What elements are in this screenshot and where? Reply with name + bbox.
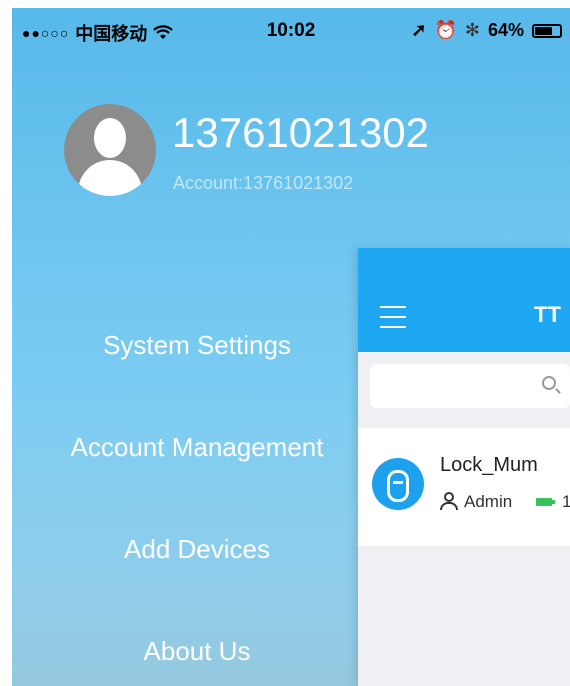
- battery-fill: [535, 26, 552, 35]
- device-name: Lock_Mum: [440, 454, 538, 476]
- battery-percent: 64%: [487, 20, 524, 40]
- device-role: Admin: [464, 492, 513, 511]
- avatar-head: [94, 118, 126, 158]
- avatar-body: [78, 160, 142, 196]
- avatar-icon[interactable]: [64, 104, 156, 196]
- main-panel[interactable]: TT Lock_Mum Admin 1: [358, 248, 570, 686]
- device-list-item[interactable]: Lock_Mum Admin 1: [358, 428, 570, 546]
- app-screen: ●●○○○ 中国移动 10:02 ➚ ⏰ ✻ 64% 13761021302 A…: [12, 8, 570, 686]
- menu-system-settings[interactable]: System Settings: [12, 330, 382, 361]
- location-icon: ➚: [411, 20, 427, 40]
- battery-level-icon: [536, 498, 555, 506]
- search-icon: [542, 376, 556, 390]
- menu-account-management[interactable]: Account Management: [12, 432, 382, 463]
- menu-about-us[interactable]: About Us: [12, 636, 382, 667]
- battery-icon: [532, 23, 562, 38]
- menu-icon[interactable]: [380, 306, 406, 328]
- account-id: Account:13761021302: [173, 173, 354, 193]
- menu-add-devices[interactable]: Add Devices: [12, 534, 382, 565]
- nav-bar: TT: [358, 248, 570, 352]
- nav-title: TT: [534, 302, 561, 327]
- user-phone: 13761021302: [172, 109, 429, 156]
- user-icon: [440, 492, 458, 510]
- status-bar: ●●○○○ 中国移动 10:02 ➚ ⏰ ✻ 64%: [12, 8, 570, 52]
- lock-icon: [372, 458, 424, 510]
- bluetooth-icon: ✻: [464, 20, 480, 40]
- status-right: ➚ ⏰ ✻ 64%: [411, 20, 562, 41]
- search-input[interactable]: [370, 364, 570, 408]
- alarm-icon: ⏰: [434, 20, 457, 40]
- device-battery: 1: [562, 492, 570, 511]
